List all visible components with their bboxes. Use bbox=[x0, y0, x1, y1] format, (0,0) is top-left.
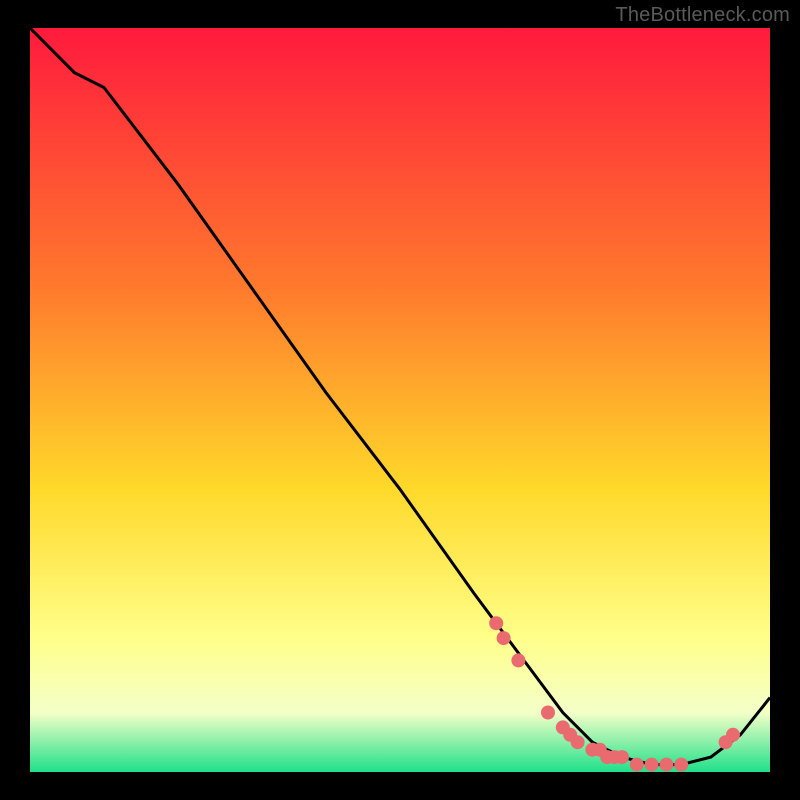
watermark-text: TheBottleneck.com bbox=[615, 4, 790, 27]
gradient-plot-area bbox=[30, 28, 770, 772]
highlight-point bbox=[541, 706, 555, 720]
highlight-point bbox=[489, 616, 503, 630]
chart-stage: TheBottleneck.com bbox=[0, 0, 800, 800]
highlight-point bbox=[615, 750, 629, 764]
highlight-point bbox=[497, 631, 511, 645]
highlight-point bbox=[726, 728, 740, 742]
highlight-point bbox=[645, 758, 659, 772]
highlight-point bbox=[571, 735, 585, 749]
highlight-point bbox=[511, 653, 525, 667]
highlight-point bbox=[659, 758, 673, 772]
highlight-point bbox=[674, 758, 688, 772]
bottleneck-curve-chart bbox=[30, 28, 770, 772]
highlight-point bbox=[630, 758, 644, 772]
